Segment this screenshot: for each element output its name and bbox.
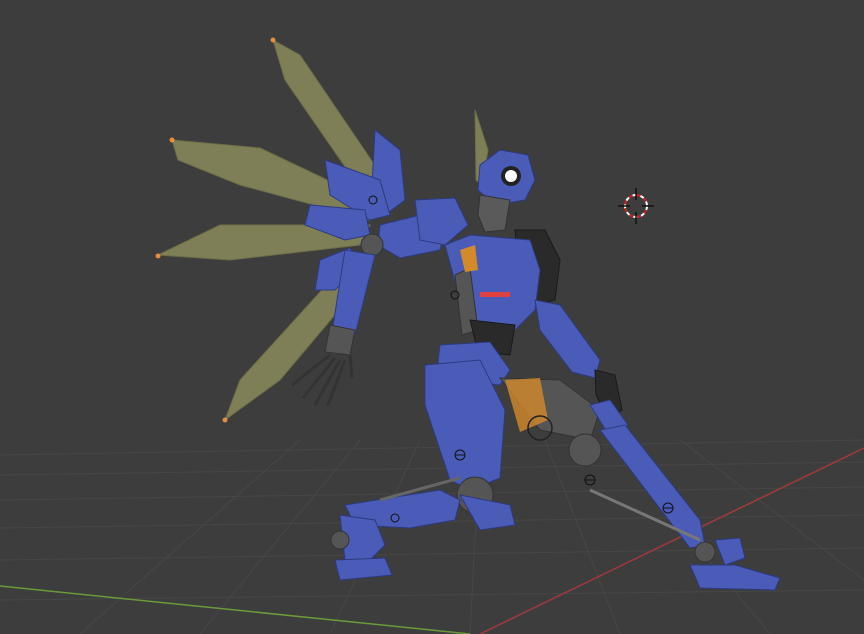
3d-viewport[interactable] — [0, 0, 864, 634]
robot-foot-left[interactable] — [334, 557, 393, 581]
x-axis-line — [479, 447, 864, 634]
robot-head[interactable] — [477, 149, 536, 233]
floor-grid — [0, 439, 864, 634]
robot-hand-left[interactable] — [291, 353, 354, 406]
robot-model[interactable] — [155, 37, 781, 591]
viewport-canvas[interactable] — [0, 0, 864, 634]
robot-foot-right[interactable] — [689, 564, 781, 591]
y-axis-line — [0, 585, 471, 634]
3d-cursor-icon[interactable] — [618, 188, 654, 224]
